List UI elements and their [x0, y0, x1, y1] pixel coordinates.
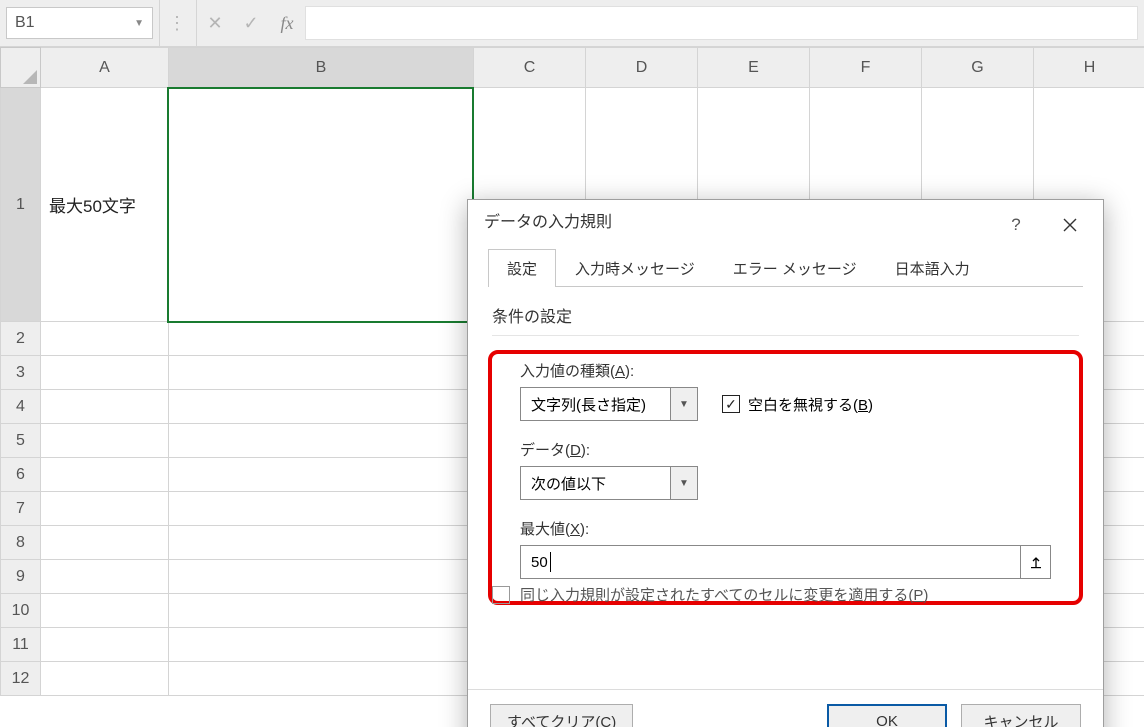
- chevron-down-icon[interactable]: ▼: [670, 466, 698, 500]
- col-header-A[interactable]: A: [41, 48, 169, 88]
- tab-error-alert[interactable]: エラー メッセージ: [714, 249, 876, 287]
- cell[interactable]: [41, 322, 169, 356]
- cell[interactable]: [169, 424, 474, 458]
- data-label: データ(D):: [520, 439, 1051, 460]
- dialog-body: 条件の設定 入力値の種類(A): 文字列(長さ指定) ▼ ✓ 空白を無視する(B…: [468, 287, 1103, 689]
- col-header-C[interactable]: C: [474, 48, 586, 88]
- cell[interactable]: [169, 628, 474, 662]
- range-picker-button[interactable]: [1020, 546, 1050, 578]
- chevron-down-icon[interactable]: ▼: [134, 18, 144, 29]
- spreadsheet-grid: A B C D E F G H 1 最大50文字 2 3 4 5 6 7 8 9…: [0, 47, 1144, 727]
- highlight-box: 入力値の種類(A): 文字列(長さ指定) ▼ ✓ 空白を無視する(B): [488, 350, 1083, 605]
- apply-all-checkbox[interactable]: ✓ 同じ入力規則が設定されたすべてのセルに変更を適用する(P): [492, 584, 928, 605]
- cell[interactable]: [169, 526, 474, 560]
- max-label: 最大値(X):: [520, 518, 1051, 539]
- tab-ime[interactable]: 日本語入力: [876, 249, 989, 287]
- cell[interactable]: [169, 560, 474, 594]
- row-header-4[interactable]: 4: [1, 390, 41, 424]
- cell[interactable]: [41, 492, 169, 526]
- dialog-title: データの入力規則: [484, 208, 612, 232]
- cell[interactable]: [41, 526, 169, 560]
- col-header-E[interactable]: E: [698, 48, 810, 88]
- close-icon: [1063, 218, 1077, 232]
- row-header-5[interactable]: 5: [1, 424, 41, 458]
- divider: [492, 335, 1079, 336]
- col-header-D[interactable]: D: [586, 48, 698, 88]
- cell[interactable]: [41, 424, 169, 458]
- ignore-blank-label: 空白を無視する(B): [748, 394, 873, 415]
- row-header-12[interactable]: 12: [1, 662, 41, 696]
- checkbox-icon: ✓: [492, 586, 510, 604]
- row-header-7[interactable]: 7: [1, 492, 41, 526]
- range-picker-icon: [1029, 555, 1043, 569]
- cancel-button[interactable]: キャンセル: [961, 704, 1081, 727]
- cell-A1[interactable]: 最大50文字: [41, 88, 169, 322]
- cell[interactable]: [41, 356, 169, 390]
- row-header-2[interactable]: 2: [1, 322, 41, 356]
- row-header-6[interactable]: 6: [1, 458, 41, 492]
- data-validation-dialog: データの入力規則 ? 設定 入力時メッセージ エラー メッセージ 日本語入力 条…: [467, 199, 1104, 727]
- name-box-container: B1 ▼: [0, 0, 160, 46]
- apply-all-label: 同じ入力規則が設定されたすべてのセルに変更を適用する(P): [520, 584, 928, 605]
- allow-combo[interactable]: 文字列(長さ指定) ▼: [520, 387, 698, 421]
- col-header-B[interactable]: B: [169, 48, 474, 88]
- ignore-blank-checkbox[interactable]: ✓ 空白を無視する(B): [722, 394, 873, 415]
- row-header-3[interactable]: 3: [1, 356, 41, 390]
- cell[interactable]: [169, 390, 474, 424]
- cell[interactable]: [169, 662, 474, 696]
- formula-input[interactable]: [305, 6, 1138, 40]
- section-title: 条件の設定: [492, 303, 1079, 327]
- cell-B1[interactable]: [169, 88, 474, 322]
- chevron-down-icon[interactable]: ▼: [670, 387, 698, 421]
- data-combo[interactable]: 次の値以下 ▼: [520, 466, 1051, 500]
- col-header-G[interactable]: G: [922, 48, 1034, 88]
- allow-value: 文字列(長さ指定): [520, 387, 670, 421]
- cell[interactable]: [41, 390, 169, 424]
- allow-label: 入力値の種類(A):: [520, 360, 1051, 381]
- row-header-1[interactable]: 1: [1, 88, 41, 322]
- clear-all-button[interactable]: すべてクリア(C): [490, 704, 633, 727]
- cell[interactable]: [169, 322, 474, 356]
- fx-icon[interactable]: fx: [269, 0, 305, 46]
- col-header-F[interactable]: F: [810, 48, 922, 88]
- more-icon[interactable]: ⋮: [160, 0, 196, 46]
- enter-icon[interactable]: ✓: [233, 0, 269, 46]
- dialog-tabs: 設定 入力時メッセージ エラー メッセージ 日本語入力: [488, 248, 1083, 287]
- max-value: 50: [521, 546, 1020, 578]
- row-header-10[interactable]: 10: [1, 594, 41, 628]
- cell[interactable]: [41, 458, 169, 492]
- cell[interactable]: [169, 594, 474, 628]
- col-header-H[interactable]: H: [1034, 48, 1144, 88]
- dialog-titlebar: データの入力規則 ?: [468, 200, 1103, 248]
- cell[interactable]: [169, 356, 474, 390]
- checkbox-icon: ✓: [722, 395, 740, 413]
- cell[interactable]: [169, 458, 474, 492]
- name-box[interactable]: B1 ▼: [6, 7, 153, 39]
- row-header-9[interactable]: 9: [1, 560, 41, 594]
- select-all-corner[interactable]: [1, 48, 41, 88]
- tab-input-message[interactable]: 入力時メッセージ: [556, 249, 714, 287]
- tab-settings[interactable]: 設定: [488, 249, 556, 287]
- cell[interactable]: [41, 560, 169, 594]
- row-header-8[interactable]: 8: [1, 526, 41, 560]
- row-header-11[interactable]: 11: [1, 628, 41, 662]
- cell[interactable]: [41, 628, 169, 662]
- cell[interactable]: [41, 594, 169, 628]
- data-value: 次の値以下: [520, 466, 670, 500]
- max-input[interactable]: 50: [520, 545, 1051, 579]
- cell[interactable]: [169, 492, 474, 526]
- cancel-icon[interactable]: ✕: [197, 0, 233, 46]
- name-box-value: B1: [15, 14, 35, 32]
- dialog-footer: すべてクリア(C) OK キャンセル: [468, 689, 1103, 727]
- close-button[interactable]: [1043, 208, 1097, 242]
- text-caret: [550, 552, 551, 572]
- formula-bar: B1 ▼ ⋮ ✕ ✓ fx: [0, 0, 1144, 47]
- ok-button[interactable]: OK: [827, 704, 947, 727]
- help-button[interactable]: ?: [989, 208, 1043, 242]
- cell[interactable]: [41, 662, 169, 696]
